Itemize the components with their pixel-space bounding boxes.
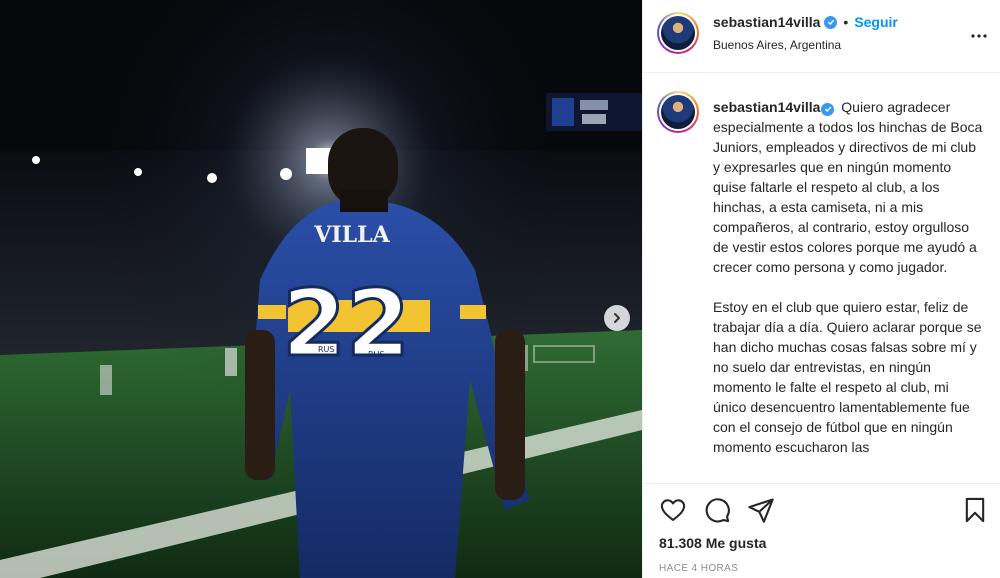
heart-icon: [660, 499, 686, 521]
post-image[interactable]: VILLA 22 RUS RUS: [0, 0, 642, 578]
like-button[interactable]: [659, 496, 689, 526]
caption-area[interactable]: sebastian14villa Quiero agradecer especi…: [643, 73, 1000, 483]
next-image-button[interactable]: [604, 305, 630, 331]
verified-badge-icon: [821, 102, 835, 116]
stadium-photo: VILLA 22 RUS RUS: [0, 0, 642, 578]
save-button[interactable]: [961, 496, 991, 526]
caption-username[interactable]: sebastian14villa: [713, 99, 820, 115]
jersey-name: VILLA: [313, 222, 390, 248]
jersey-number: 22: [282, 270, 410, 377]
verified-badge-icon: [824, 15, 838, 29]
comment-icon: [705, 498, 730, 523]
caption-paragraph-2: Estoy en el club que quiero estar, feliz…: [713, 299, 982, 455]
jersey-sponsor-1: RUS: [318, 345, 335, 354]
share-icon: [748, 498, 774, 523]
likes-count[interactable]: 81.308 Me gusta: [659, 535, 766, 551]
share-button[interactable]: [747, 496, 777, 526]
bookmark-icon: [965, 497, 985, 523]
post-timestamp[interactable]: HACE 4 HORAS: [659, 563, 738, 574]
avatar[interactable]: [657, 12, 699, 54]
more-options-icon[interactable]: [971, 22, 987, 43]
location-link[interactable]: Buenos Aires, Argentina: [713, 38, 841, 52]
comment-button[interactable]: [703, 496, 733, 526]
separator-dot: •: [843, 14, 849, 30]
caption-avatar[interactable]: [657, 91, 699, 133]
actions-bar: 81.308 Me gusta HACE 4 HORAS: [643, 483, 1000, 578]
chevron-right-icon: [614, 313, 620, 323]
follow-button[interactable]: Seguir: [854, 14, 898, 30]
post-header: sebastian14villa • Seguir Buenos Aires, …: [643, 0, 1000, 73]
caption-paragraph-1: Quiero agradecer especialmente a todos l…: [713, 99, 983, 275]
jersey-sponsor-2: RUS: [368, 350, 385, 359]
header-user-row: sebastian14villa • Seguir: [713, 14, 898, 30]
caption: sebastian14villa Quiero agradecer especi…: [713, 97, 985, 457]
post-side-panel: sebastian14villa • Seguir Buenos Aires, …: [642, 0, 1000, 578]
header-username[interactable]: sebastian14villa: [713, 14, 820, 30]
